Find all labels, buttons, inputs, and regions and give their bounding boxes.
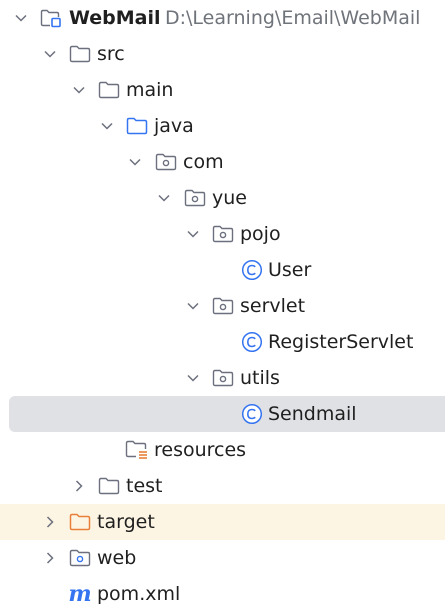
chevron-down-icon[interactable] xyxy=(71,72,87,108)
tree-row-yue[interactable]: yue xyxy=(0,180,445,216)
package-icon xyxy=(183,180,207,216)
tree-row-sendmail[interactable]: Sendmail xyxy=(9,396,445,432)
chevron-right-icon[interactable] xyxy=(42,540,58,576)
chevron-down-icon[interactable] xyxy=(185,288,201,324)
package-icon xyxy=(211,360,235,396)
chevron-down-icon[interactable] xyxy=(99,108,115,144)
module-icon xyxy=(39,0,63,36)
project-path: D:\Learning\Email\WebMail xyxy=(165,7,421,29)
java-class-icon xyxy=(240,252,264,288)
chevron-down-icon[interactable] xyxy=(127,144,143,180)
source-root-icon xyxy=(125,108,149,144)
folder-label: main xyxy=(126,79,174,101)
tree-row-user[interactable]: User xyxy=(0,252,445,288)
tree-row-servlet[interactable]: servlet xyxy=(0,288,445,324)
folder-icon xyxy=(97,468,121,504)
package-label: yue xyxy=(212,187,247,209)
folder-label: src xyxy=(97,43,125,65)
chevron-down-icon[interactable] xyxy=(156,180,172,216)
project-tree: WebMail D:\Learning\Email\WebMail src ma… xyxy=(0,0,445,605)
web-folder-icon xyxy=(68,540,92,576)
tree-row-pojo[interactable]: pojo xyxy=(0,216,445,252)
package-label: com xyxy=(183,151,224,173)
tree-row-utils[interactable]: utils xyxy=(0,360,445,396)
chevron-right-icon[interactable] xyxy=(42,504,58,540)
package-icon xyxy=(211,288,235,324)
tree-row-pom[interactable]: m pom.xml xyxy=(0,576,445,612)
tree-row-resources[interactable]: resources xyxy=(0,432,445,468)
tree-row-com[interactable]: com xyxy=(0,144,445,180)
chevron-down-icon[interactable] xyxy=(185,360,201,396)
tree-row-target[interactable]: target xyxy=(0,504,445,540)
folder-label: target xyxy=(97,511,155,533)
maven-icon: m xyxy=(68,581,92,607)
folder-label: test xyxy=(126,475,163,497)
project-name: WebMail xyxy=(69,7,161,29)
resources-root-icon xyxy=(125,432,149,468)
folder-label: resources xyxy=(154,439,247,461)
chevron-down-icon[interactable] xyxy=(185,216,201,252)
tree-row-registerservlet[interactable]: RegisterServlet xyxy=(0,324,445,360)
package-label: servlet xyxy=(240,295,306,317)
package-label: pojo xyxy=(240,223,281,245)
package-icon xyxy=(154,144,178,180)
folder-label: java xyxy=(154,115,194,137)
class-label: Sendmail xyxy=(268,403,357,425)
folder-icon xyxy=(97,72,121,108)
tree-row-src[interactable]: src xyxy=(0,36,445,72)
package-icon xyxy=(211,216,235,252)
chevron-right-icon[interactable] xyxy=(71,468,87,504)
chevron-down-icon[interactable] xyxy=(13,0,29,36)
tree-row-java[interactable]: java xyxy=(0,108,445,144)
java-class-icon xyxy=(240,324,264,360)
tree-row-test[interactable]: test xyxy=(0,468,445,504)
excluded-folder-icon xyxy=(68,504,92,540)
folder-label: web xyxy=(97,547,137,569)
chevron-down-icon[interactable] xyxy=(42,36,58,72)
class-label: RegisterServlet xyxy=(268,331,414,353)
file-label: pom.xml xyxy=(97,583,181,605)
folder-icon xyxy=(68,36,92,72)
class-label: User xyxy=(268,259,312,281)
tree-row-webmail[interactable]: WebMail D:\Learning\Email\WebMail xyxy=(0,0,445,36)
tree-row-main[interactable]: main xyxy=(0,72,445,108)
java-class-icon xyxy=(240,396,264,432)
package-label: utils xyxy=(240,367,280,389)
tree-row-web[interactable]: web xyxy=(0,540,445,576)
